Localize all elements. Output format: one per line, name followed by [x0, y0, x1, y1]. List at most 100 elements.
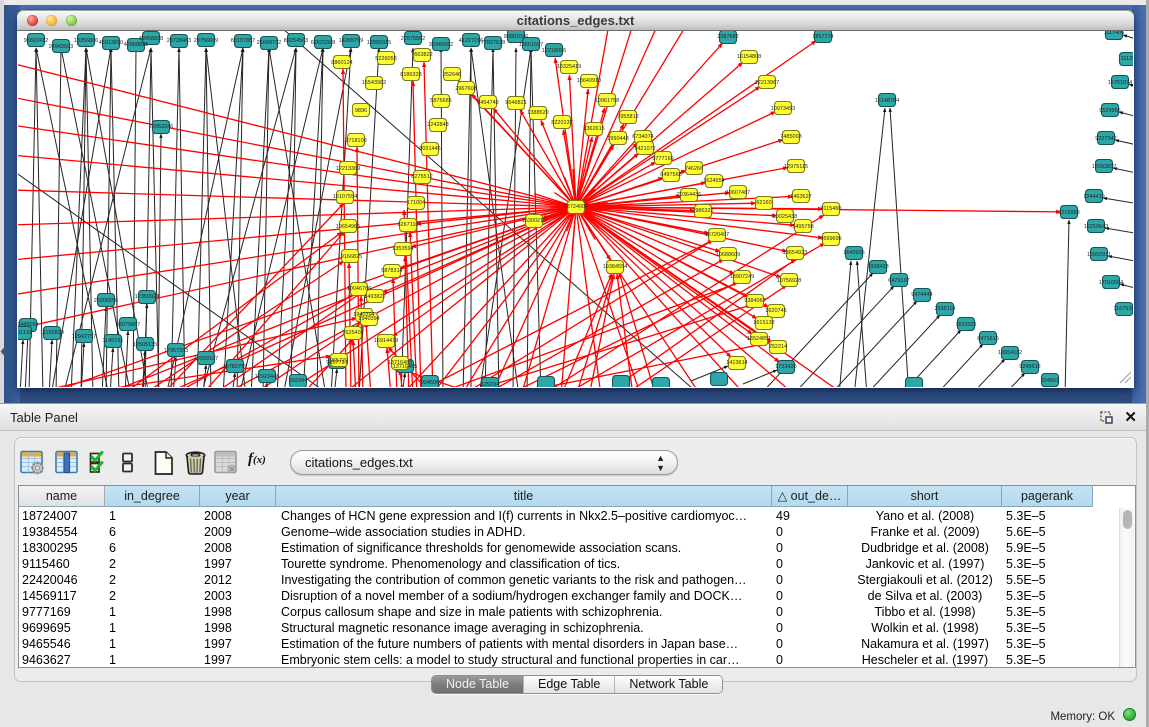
svg-text:6479197: 6479197: [888, 278, 909, 284]
svg-text:17016504: 17016504: [1099, 280, 1123, 286]
svg-text:12213967: 12213967: [755, 80, 779, 86]
svg-text:9529966: 9529966: [1099, 108, 1120, 114]
svg-text:12218906: 12218906: [542, 48, 566, 54]
svg-text:1615132: 1615132: [753, 320, 774, 326]
svg-text:1495758: 1495758: [792, 224, 813, 230]
svg-text:9384067: 9384067: [744, 298, 765, 304]
svg-text:2242848: 2242848: [427, 122, 448, 128]
svg-text:1167534: 1167534: [1113, 306, 1133, 312]
svg-text:746266: 746266: [685, 166, 703, 172]
svg-text:42868828: 42868828: [124, 42, 148, 48]
svg-text:39958838: 39958838: [139, 36, 163, 42]
svg-text:8220137: 8220137: [551, 120, 572, 126]
svg-text:22575562: 22575562: [401, 36, 425, 42]
svg-text:12942757: 12942757: [72, 334, 96, 340]
svg-text:924561: 924561: [1041, 378, 1059, 384]
svg-text:1620746: 1620746: [765, 308, 786, 314]
svg-text:1421072: 1421072: [634, 146, 655, 152]
svg-text:89254563: 89254563: [284, 38, 308, 44]
svg-text:1857274: 1857274: [812, 34, 833, 40]
svg-text:1624554: 1624554: [703, 178, 724, 184]
svg-text:2718109: 2718109: [345, 138, 366, 144]
svg-text:9699695: 9699695: [820, 236, 841, 242]
svg-text:18724007: 18724007: [564, 204, 588, 210]
svg-text:83197857: 83197857: [231, 38, 255, 44]
svg-text:10958107: 10958107: [194, 356, 218, 362]
svg-text:7663822: 7663822: [411, 52, 432, 58]
svg-text:9245612: 9245612: [1019, 364, 1040, 370]
svg-text:95822412: 95822412: [24, 38, 48, 44]
svg-text:924506: 924506: [421, 380, 439, 386]
svg-text:1362615: 1362615: [583, 126, 604, 132]
svg-text:16148784: 16148784: [875, 98, 899, 104]
svg-text:5878314: 5878314: [381, 268, 402, 274]
svg-text:5226058: 5226058: [375, 56, 396, 62]
svg-text:1990448: 1990448: [607, 136, 628, 142]
svg-text:7485003: 7485003: [780, 134, 801, 140]
svg-text:9646821: 9646821: [505, 100, 526, 106]
svg-text:10607487: 10607487: [726, 190, 750, 196]
svg-text:15751074: 15751074: [1108, 80, 1132, 86]
svg-text:16543982: 16543982: [362, 80, 386, 86]
svg-text:19384554: 19384554: [603, 264, 627, 270]
svg-text:13999315: 13999315: [367, 40, 391, 46]
svg-text:10973493: 10973493: [771, 106, 795, 112]
svg-text:1145191: 1145191: [102, 338, 123, 344]
svg-text:18640910: 18640910: [577, 78, 601, 84]
svg-text:19654965: 19654965: [336, 224, 360, 230]
svg-text:10961758: 10961758: [595, 98, 619, 104]
svg-text:10025438: 10025438: [773, 214, 797, 220]
svg-text:18907249: 18907249: [730, 274, 754, 280]
svg-text:20364436: 20364436: [677, 192, 701, 198]
svg-text:23756669: 23756669: [194, 38, 218, 44]
svg-text:3215958: 3215958: [1058, 210, 1079, 216]
svg-text:1485051: 1485051: [18, 322, 39, 328]
svg-text:6734074: 6734074: [632, 134, 653, 140]
svg-text:292344: 292344: [289, 378, 307, 384]
svg-text:41227216: 41227216: [459, 38, 483, 44]
svg-text:1640935: 1640935: [843, 250, 864, 256]
svg-text:3267110: 3267110: [397, 222, 418, 228]
svg-text:16914479: 16914479: [374, 338, 398, 344]
svg-text:11156829: 11156829: [40, 330, 64, 336]
svg-text:13524851: 13524851: [747, 336, 771, 342]
svg-text:10046786: 10046786: [347, 286, 371, 292]
svg-text:171004: 171004: [407, 200, 425, 206]
svg-text:7632021: 7632021: [955, 322, 976, 328]
svg-text:15300215: 15300215: [522, 218, 546, 224]
svg-text:12093832: 12093832: [1092, 164, 1116, 170]
svg-text:9115460: 9115460: [820, 206, 841, 212]
svg-text:8186328: 8186328: [400, 72, 421, 78]
svg-text:77827638: 77827638: [481, 40, 505, 46]
svg-text:19166825: 19166825: [338, 254, 362, 260]
svg-text:1940394: 1940394: [358, 316, 379, 322]
svg-text:8938423: 8938423: [867, 264, 888, 270]
svg-text:15692911: 15692911: [1087, 252, 1111, 258]
svg-text:6497568: 6497568: [660, 172, 681, 178]
svg-text:1388520: 1388520: [527, 110, 548, 116]
svg-text:7955812: 7955812: [617, 114, 638, 120]
svg-text:16782759: 16782759: [223, 364, 247, 370]
svg-text:2935114: 2935114: [934, 306, 955, 312]
svg-text:16107554: 16107554: [333, 194, 357, 200]
svg-text:8471616: 8471616: [977, 336, 998, 342]
svg-text:1353594: 1353594: [392, 246, 413, 252]
svg-text:66629388: 66629388: [311, 40, 335, 46]
svg-text:965779: 965779: [330, 358, 348, 364]
svg-text:10654112: 10654112: [998, 350, 1022, 356]
svg-text:24942603: 24942603: [49, 44, 73, 50]
svg-text:13654923: 13654923: [783, 250, 807, 256]
svg-text:13325419: 13325419: [557, 64, 581, 70]
svg-text:1463627: 1463627: [790, 194, 811, 200]
svg-text:9474444: 9474444: [911, 292, 932, 298]
svg-text:15720407: 15720407: [705, 232, 729, 238]
svg-text:12975115: 12975115: [784, 164, 808, 170]
svg-text:1117406: 1117406: [1104, 31, 1125, 36]
svg-text:1244419: 1244419: [1083, 194, 1104, 200]
svg-text:13716485: 13716485: [388, 360, 412, 366]
svg-text:12213369: 12213369: [336, 166, 360, 172]
svg-text:11126: 11126: [1121, 56, 1133, 62]
svg-text:9896: 9896: [355, 108, 367, 114]
svg-text:16210643: 16210643: [1084, 224, 1108, 230]
svg-text:7625402: 7625402: [342, 330, 363, 336]
